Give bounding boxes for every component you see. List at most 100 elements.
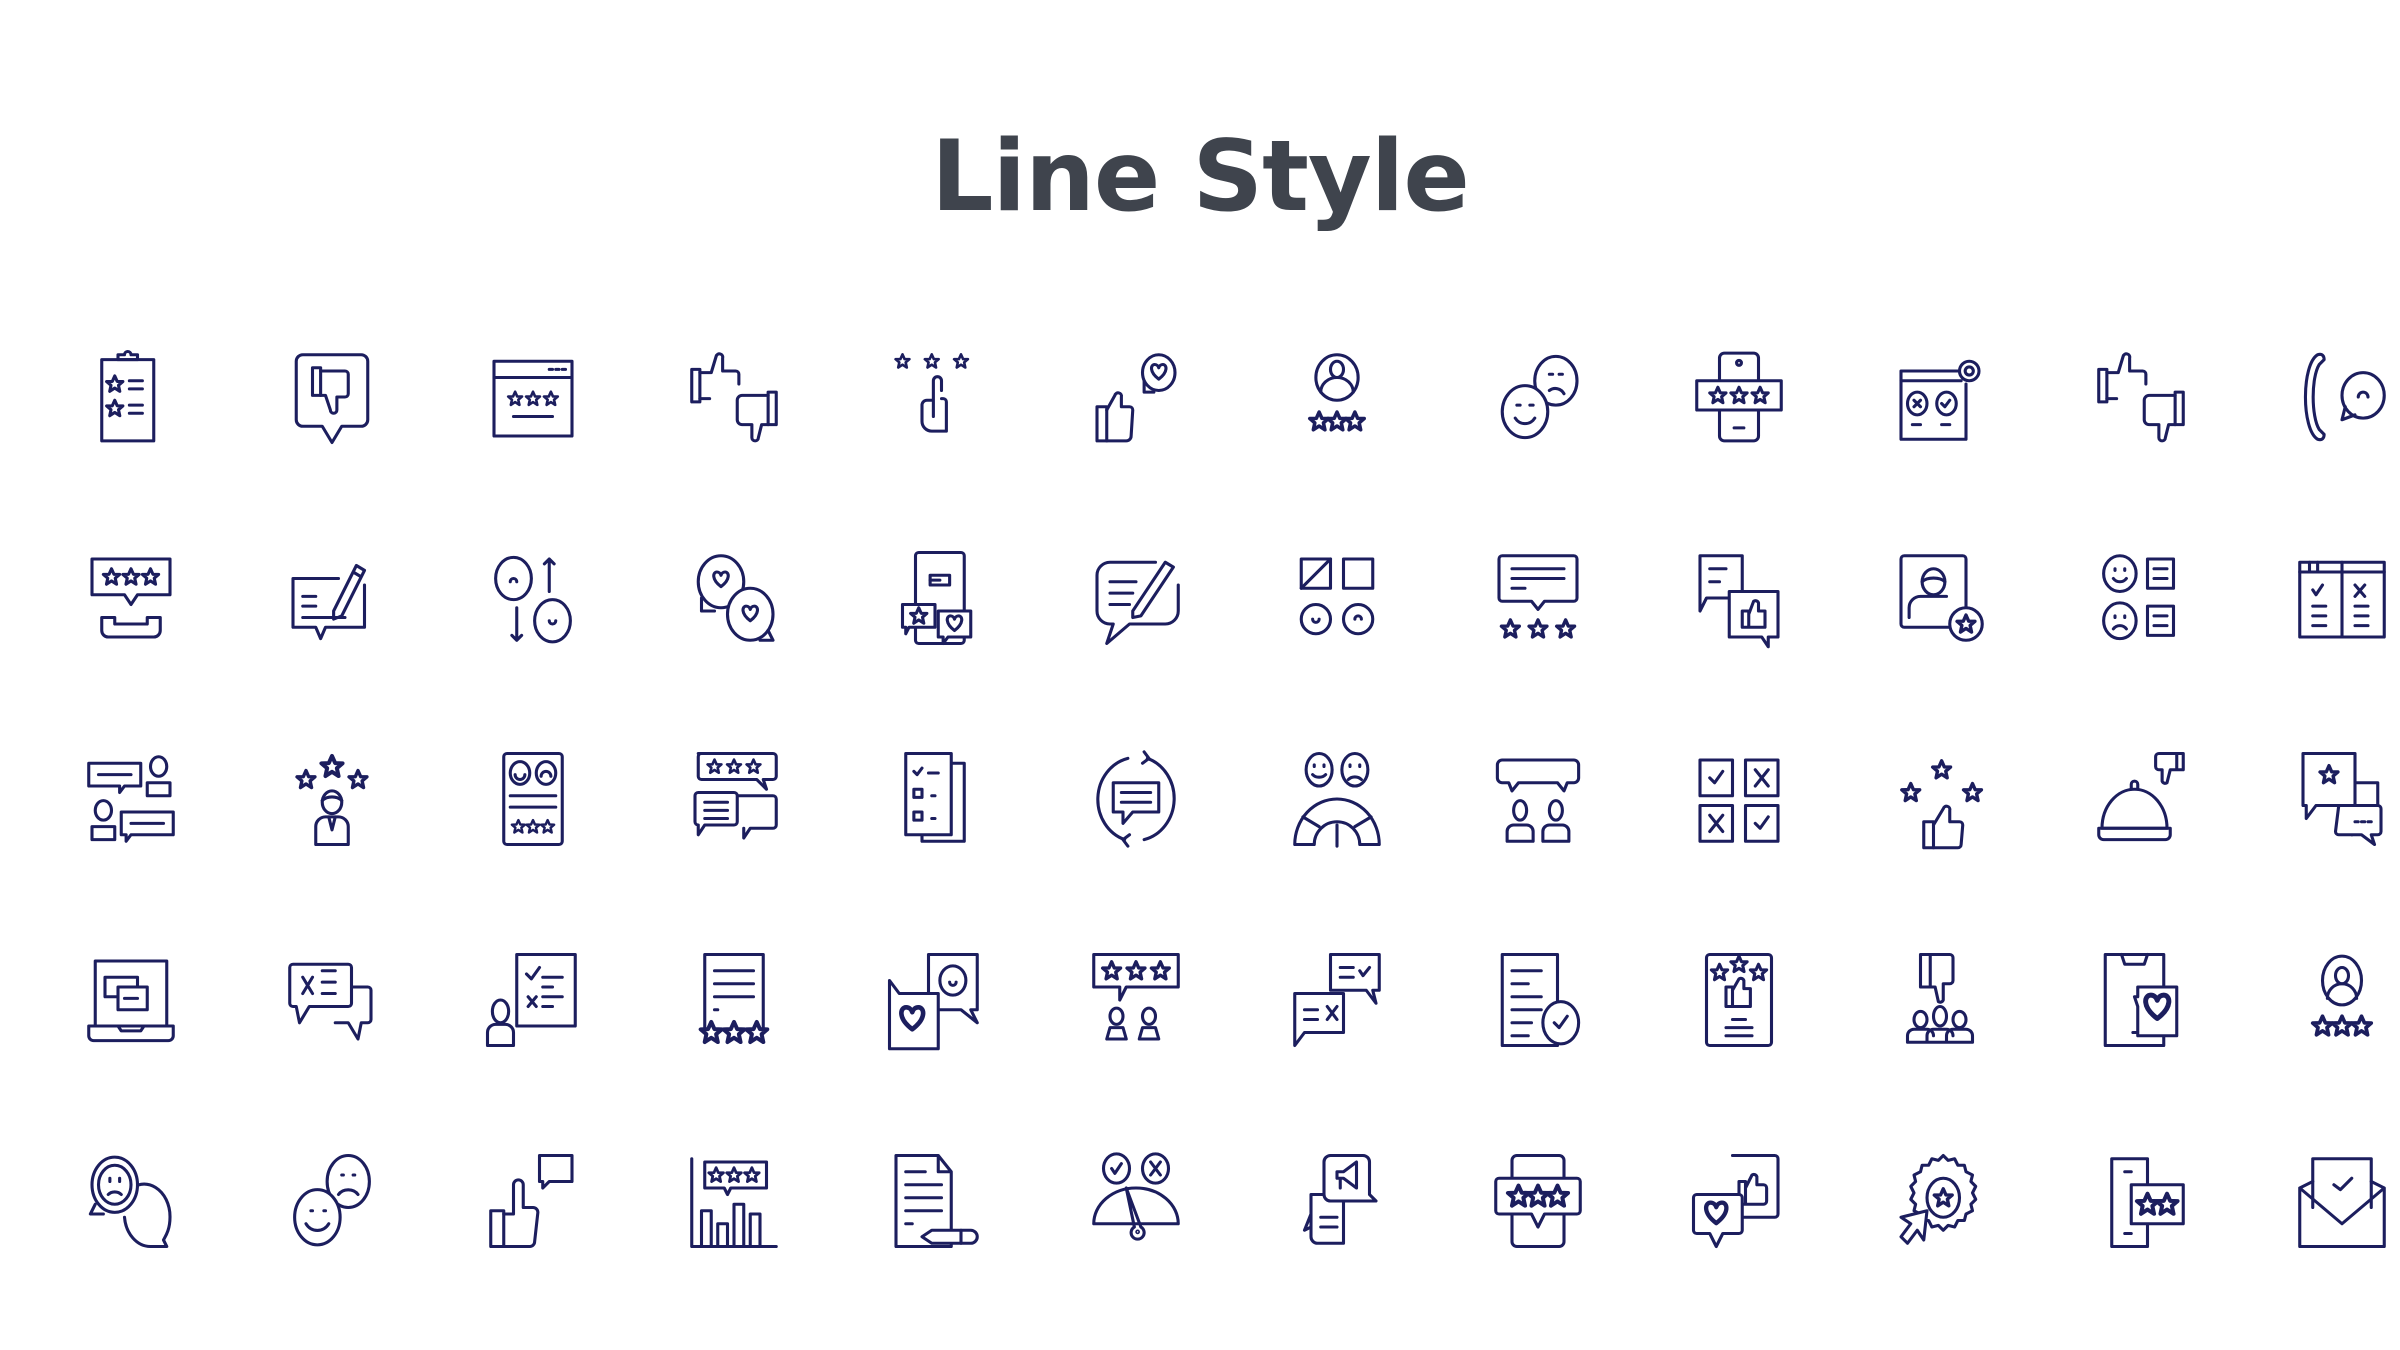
conversation-users-icon	[86, 755, 175, 843]
mobile-reviews-icon	[900, 550, 972, 646]
profile-star-icon	[1898, 554, 1984, 642]
user-rating-icon	[1307, 353, 1366, 432]
check-cross-messages-icon	[1292, 952, 1381, 1048]
icon-cell	[231, 345, 432, 546]
icon-cell	[834, 546, 1035, 747]
icon-cell	[1035, 948, 1236, 1149]
icon-cell	[432, 1149, 633, 1350]
icon-cell	[2040, 1149, 2241, 1350]
mobile-love-icon	[2103, 952, 2178, 1048]
icon-cell	[1437, 1149, 1638, 1350]
icon-cell	[2241, 1149, 2400, 1350]
mobile-rating-icon	[1694, 351, 1783, 443]
tablet-rating-like-icon	[1704, 952, 1773, 1048]
icon-cell	[1035, 747, 1236, 948]
cross-chat-icon	[287, 962, 373, 1041]
icon-cell	[1236, 747, 1437, 948]
icon-cell	[2241, 546, 2400, 747]
icon-cell	[30, 747, 231, 948]
icon-cell	[1236, 1149, 1437, 1350]
approval-gauge-icon	[1091, 1152, 1180, 1241]
icon-cell	[834, 948, 1035, 1149]
chat-like-icon	[1697, 554, 1780, 649]
icon-cell	[633, 345, 834, 546]
badge-click-icon	[1898, 1153, 1977, 1245]
icon-cell	[1035, 546, 1236, 747]
icon-cell	[2040, 345, 2241, 546]
icon-cell	[2241, 747, 2400, 948]
pros-cons-table-icon	[2297, 560, 2386, 639]
love-chat-icon	[696, 554, 775, 642]
mood-board-icon	[1299, 557, 1374, 636]
icon-cell	[231, 747, 432, 948]
icon-cell	[1437, 345, 1638, 546]
icon-cell	[834, 747, 1035, 948]
happy-sad-faces-alt-icon	[292, 1153, 371, 1247]
group-rating-icon	[1091, 952, 1180, 1041]
icon-cell	[1638, 747, 1839, 948]
chat-refresh-icon	[1095, 750, 1176, 848]
icon-cell	[432, 747, 633, 948]
icon-cell	[1839, 1149, 2040, 1350]
icon-cell	[633, 1149, 834, 1350]
icon-cell	[633, 948, 834, 1149]
icon-cell	[1236, 948, 1437, 1149]
icon-cell	[432, 546, 633, 747]
mobile-rating-bubble-icon	[1493, 1153, 1582, 1249]
icon-cell	[30, 345, 231, 546]
phone-rating-bubble-icon	[89, 557, 172, 639]
like-comment-icon	[488, 1153, 574, 1249]
feedback-form-icon	[501, 751, 564, 847]
businessman-stars-icon	[294, 747, 369, 847]
icon-cell	[834, 1149, 1035, 1350]
icon-cell	[1437, 546, 1638, 747]
icon-cell	[1638, 948, 1839, 1149]
phone-chat-icon	[2303, 352, 2386, 442]
finger-rating-icon	[893, 353, 969, 433]
icon-cell	[633, 747, 834, 948]
icon-cell	[1839, 546, 2040, 747]
clipboard-rating-icon	[99, 350, 155, 443]
check-cross-grid-icon	[1697, 758, 1780, 843]
icon-cell	[1437, 948, 1638, 1149]
document-approved-icon	[1500, 952, 1580, 1048]
icon-cell	[1236, 546, 1437, 747]
chat-pencil-icon	[1094, 560, 1180, 646]
service-bell-dislike-icon	[2096, 751, 2185, 842]
icon-cell	[2040, 546, 2241, 747]
icon-cell	[1437, 747, 1638, 948]
icon-cell	[231, 948, 432, 1149]
icon-cell	[2040, 948, 2241, 1149]
laptop-windows-icon	[86, 959, 175, 1043]
thumbs-up-down-alt-icon	[2096, 352, 2185, 443]
icon-cell	[834, 345, 1035, 546]
icon-cell	[30, 948, 231, 1149]
presentation-checklist-icon	[485, 952, 577, 1048]
satisfaction-meter-icon	[1292, 751, 1381, 848]
browser-rating-icon	[491, 359, 574, 438]
write-review-icon	[290, 563, 366, 641]
icon-cell	[1839, 948, 2040, 1149]
icon-cell	[1638, 546, 1839, 747]
icon-cell	[231, 1149, 432, 1350]
icon-cell	[432, 948, 633, 1149]
icon-cell	[1236, 345, 1437, 546]
announcement-chat-icon	[1302, 1153, 1378, 1245]
icon-grid	[30, 345, 2386, 1350]
icon-cell	[633, 546, 834, 747]
icon-cell	[2040, 747, 2241, 948]
user-rating-alt-icon	[2310, 954, 2373, 1037]
thumbs-up-down-icon	[689, 352, 778, 443]
like-stars-icon	[1899, 759, 1983, 850]
thumbs-down-bubble-icon	[294, 353, 369, 445]
icon-cell	[1638, 1149, 1839, 1350]
happy-sad-faces-icon	[1500, 354, 1579, 440]
icon-cell	[1839, 747, 2040, 948]
like-love-icon	[1094, 353, 1177, 443]
checklist-icon	[903, 751, 966, 843]
envelope-check-icon	[2297, 1157, 2386, 1249]
star-chat-icon	[2300, 751, 2383, 847]
rating-chart-icon	[689, 1157, 778, 1249]
document-stars-icon	[682, 952, 786, 1052]
icon-cell	[30, 546, 231, 747]
